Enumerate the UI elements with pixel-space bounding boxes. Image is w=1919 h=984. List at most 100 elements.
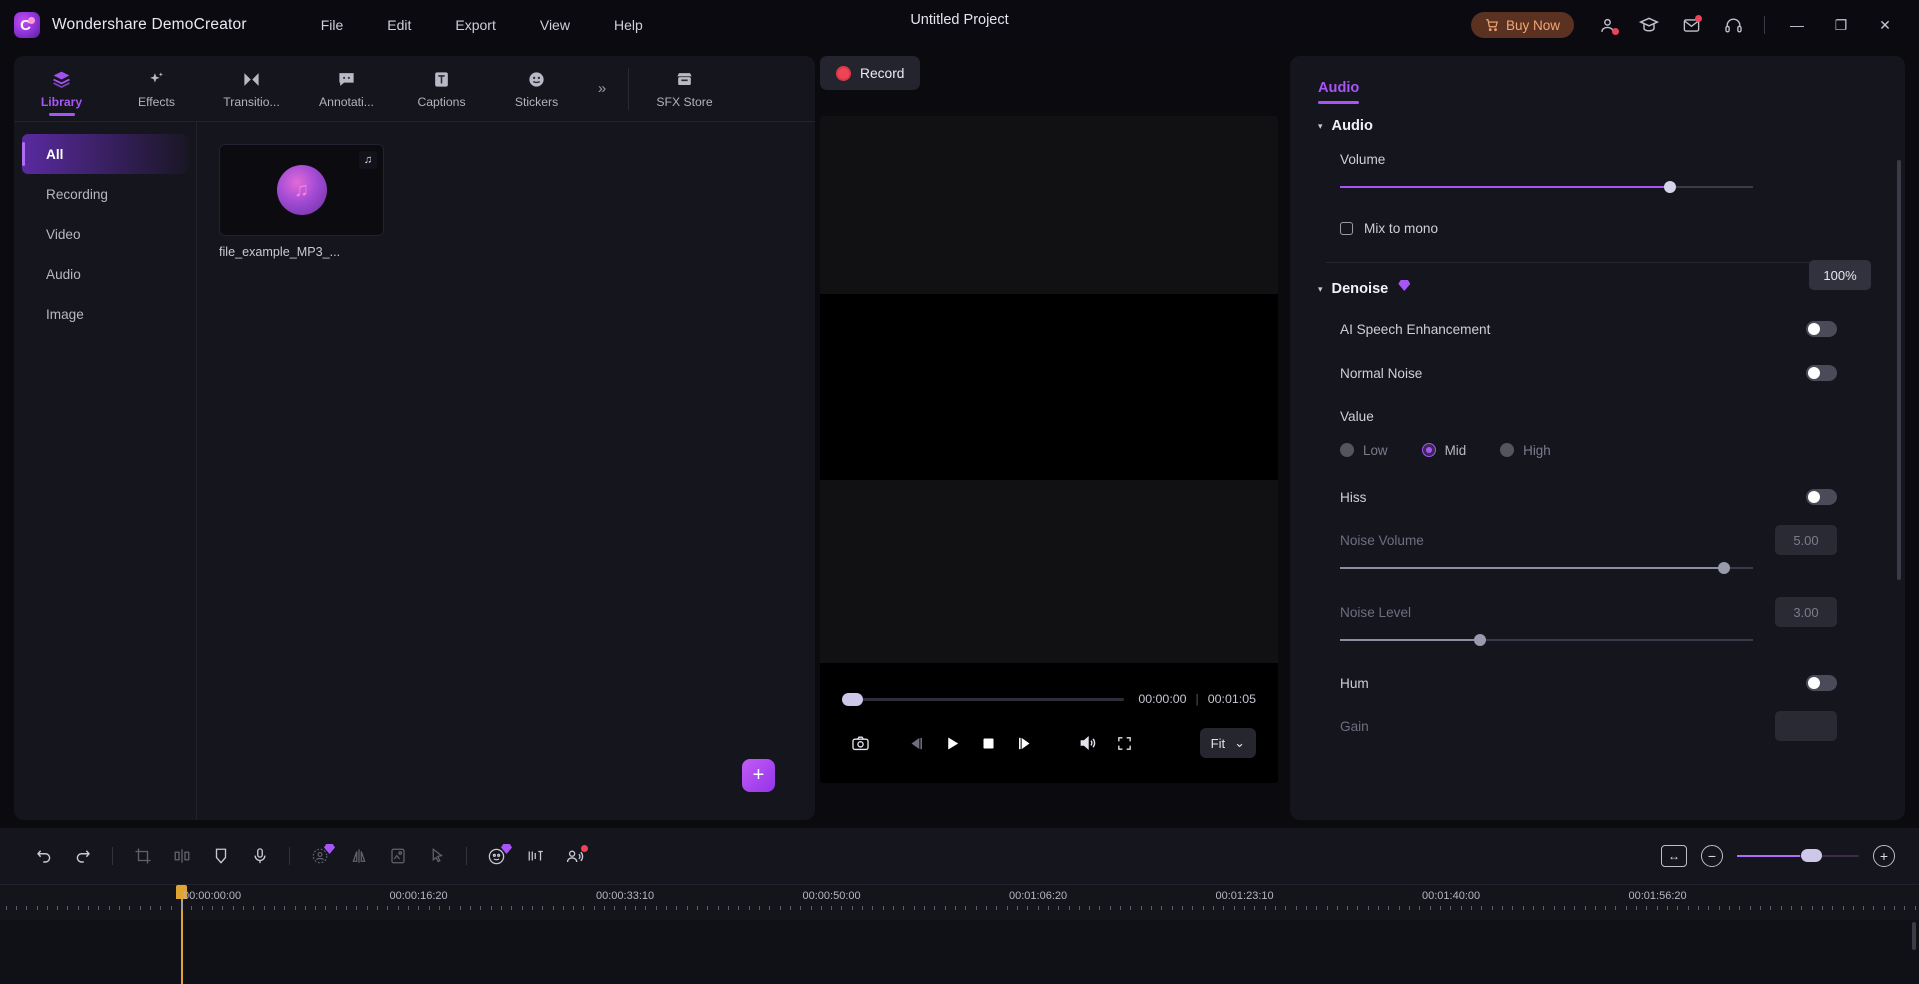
radio-low[interactable]: Low	[1340, 443, 1388, 458]
ruler-tick	[1594, 906, 1596, 910]
category-video[interactable]: Video	[22, 214, 188, 254]
alert-dot	[581, 845, 588, 852]
noise-level-track	[1340, 634, 1753, 646]
split-button[interactable]	[162, 838, 201, 874]
buy-now-button[interactable]: Buy Now	[1470, 12, 1574, 38]
record-button[interactable]: Record	[820, 56, 921, 90]
ai-portrait-button[interactable]	[477, 838, 516, 874]
auto-caption-button[interactable]	[516, 838, 555, 874]
ruler-tick	[1811, 906, 1813, 910]
zoom-out-button[interactable]: −	[1701, 845, 1723, 867]
asset-thumbnail[interactable]: ♫ ♫	[219, 144, 384, 236]
tab-transitions[interactable]: Transitio...	[204, 58, 299, 120]
current-time: 00:00:00	[1138, 692, 1187, 706]
menu-file[interactable]: File	[299, 11, 366, 39]
hiss-toggle[interactable]	[1806, 489, 1837, 505]
voiceover-button[interactable]	[240, 838, 279, 874]
hum-toggle[interactable]	[1806, 675, 1837, 691]
zoom-in-button[interactable]: +	[1873, 845, 1895, 867]
ruler-tick	[1398, 906, 1400, 910]
timeline-tracks[interactable]	[0, 920, 1919, 984]
snapshot-button[interactable]	[842, 726, 878, 760]
fit-timeline-icon[interactable]: ↔	[1661, 845, 1687, 867]
speaker-detect-button[interactable]	[555, 838, 594, 874]
category-audio[interactable]: Audio	[22, 254, 188, 294]
add-media-button[interactable]: +	[742, 759, 775, 792]
prev-frame-button[interactable]	[898, 726, 934, 760]
ruler-tick	[191, 906, 193, 910]
redo-button[interactable]	[63, 838, 102, 874]
gain-label: Gain	[1340, 718, 1369, 734]
playhead-knob[interactable]	[842, 692, 863, 706]
chevron-double-right-icon[interactable]: »	[584, 80, 620, 97]
section-denoise-header[interactable]: ▾ Denoise	[1318, 280, 1871, 297]
ruler-tick	[707, 906, 709, 910]
normal-noise-toggle[interactable]	[1806, 365, 1837, 381]
volume-value[interactable]: 100%	[1809, 260, 1871, 290]
stop-button[interactable]	[970, 726, 1006, 760]
account-avatar-icon[interactable]	[1588, 6, 1626, 44]
menu-help[interactable]: Help	[592, 11, 665, 39]
ruler-tick	[88, 906, 90, 910]
tab-effects[interactable]: Effects	[109, 58, 204, 120]
minimize-button[interactable]: —	[1777, 6, 1817, 44]
tab-sfx-store[interactable]: SFX Store	[637, 58, 732, 120]
maximize-restore-button[interactable]: ❐	[1821, 6, 1861, 44]
graduation-cap-icon[interactable]	[1630, 6, 1668, 44]
playback-scrubber[interactable]	[842, 692, 1125, 706]
section-audio-header[interactable]: ▾ Audio	[1318, 118, 1871, 134]
playback-progress-row: 00:00:00 | 00:01:05	[820, 687, 1278, 711]
category-recording[interactable]: Recording	[22, 174, 188, 214]
crop-button[interactable]	[123, 838, 162, 874]
asset-item[interactable]: ♫ ♫ file_example_MP3_...	[219, 144, 384, 259]
zoom-slider-knob[interactable]	[1801, 849, 1822, 862]
fullscreen-button[interactable]	[1106, 726, 1142, 760]
mix-to-mono-row[interactable]: Mix to mono	[1318, 210, 1871, 246]
menu-edit[interactable]: Edit	[365, 11, 433, 39]
play-button[interactable]	[934, 726, 970, 760]
category-all[interactable]: All	[22, 134, 188, 174]
gain-row: Gain	[1318, 709, 1871, 743]
close-button[interactable]: ✕	[1865, 6, 1905, 44]
properties-scrollbar[interactable]	[1897, 160, 1901, 580]
tab-audio-properties[interactable]: Audio	[1318, 80, 1360, 104]
ruler-tick	[1078, 906, 1080, 910]
mail-icon[interactable]	[1672, 6, 1710, 44]
ruler-tick	[397, 906, 399, 910]
ruler-tick	[1151, 906, 1153, 910]
mix-to-mono-checkbox[interactable]	[1340, 221, 1353, 235]
tab-stickers[interactable]: Stickers	[489, 58, 584, 120]
preview-letterbox-top	[820, 116, 1278, 294]
ruler-tick	[201, 906, 203, 910]
zoom-slider[interactable]	[1737, 849, 1859, 862]
ruler-tick	[552, 906, 554, 910]
green-screen-button[interactable]	[378, 838, 417, 874]
video-preview-canvas[interactable]: 00:00:00 | 00:01:05 Fit ⌄	[820, 116, 1278, 783]
undo-button[interactable]	[24, 838, 63, 874]
radio-mid[interactable]: Mid	[1421, 443, 1466, 458]
category-image[interactable]: Image	[22, 294, 188, 334]
auto-highlight-button[interactable]	[300, 838, 339, 874]
volume-knob[interactable]	[1664, 181, 1677, 193]
menu-view[interactable]: View	[518, 11, 592, 39]
next-frame-button[interactable]	[1006, 726, 1042, 760]
tab-captions[interactable]: Captions	[394, 58, 489, 120]
volume-slider[interactable]	[1318, 176, 1871, 198]
headset-icon[interactable]	[1714, 6, 1752, 44]
cart-icon	[1486, 19, 1499, 32]
mirror-button[interactable]	[339, 838, 378, 874]
ruler-tick	[67, 906, 69, 910]
tab-library[interactable]: Library	[14, 58, 109, 120]
tab-annotations[interactable]: Annotati...	[299, 58, 394, 120]
marker-button[interactable]	[201, 838, 240, 874]
timeline-ruler[interactable]: 00:00:00:00 00:00:16:20 00:00:33:10 00:00:5…	[0, 884, 1919, 921]
ai-speech-toggle[interactable]	[1806, 321, 1837, 337]
volume-button[interactable]	[1070, 726, 1106, 760]
fit-scale-dropdown[interactable]: Fit ⌄	[1199, 728, 1256, 758]
radio-high[interactable]: High	[1500, 443, 1551, 458]
ruler-tick	[975, 906, 977, 910]
cursor-effect-button[interactable]	[417, 838, 456, 874]
menu-export[interactable]: Export	[433, 11, 517, 39]
ruler-tick	[222, 906, 224, 910]
timeline-scrollbar[interactable]	[1912, 922, 1916, 950]
